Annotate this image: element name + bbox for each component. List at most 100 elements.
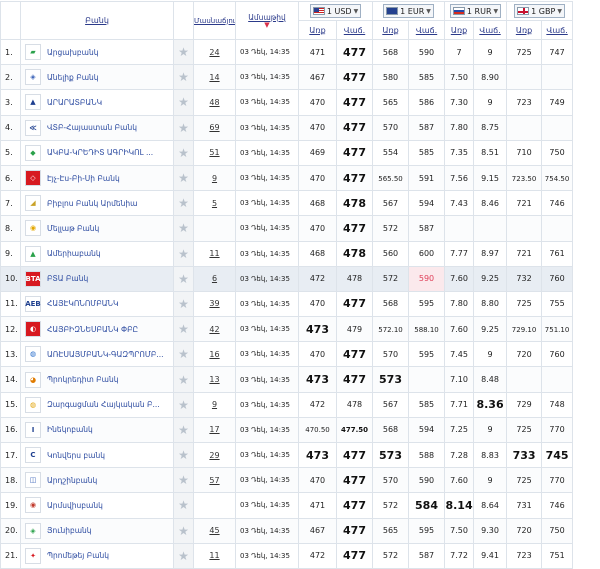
favorite-star-icon[interactable]: ★ (174, 140, 194, 165)
gbp-sell-header[interactable]: Վաճ. (542, 21, 573, 40)
bank-name-link[interactable]: Մելլաթ Բանկ (47, 224, 99, 233)
currency-eur[interactable]: 1 EUR▼ (373, 2, 445, 21)
table-row[interactable]: 15. ◍ Զարգացման Հայկական Բ...★903 Դեկ, 1… (1, 392, 600, 417)
table-row[interactable]: 16. I Ինեկոբանկ★1703 Դեկ, 14:35470.50477… (1, 417, 600, 442)
bank-name-link[interactable]: ԱՐԱՐԱՏԲԱՆԿ (47, 98, 102, 107)
branches-count-link[interactable]: 48 (194, 90, 236, 115)
rur-sell-header[interactable]: Վաճ. (474, 21, 507, 40)
table-row[interactable]: 7. ◢ Բիբլոս Բանկ Արմենիա★503 Դեկ, 14:354… (1, 191, 600, 216)
table-row[interactable]: 9. ▲ Ամերիաբանկ★1103 Դեկ, 14:35468478560… (1, 241, 600, 266)
table-row[interactable]: 18. ◫ Արդշինբանկ★5703 Դեկ, 14:3547047757… (1, 468, 600, 493)
favorite-star-icon[interactable]: ★ (174, 90, 194, 115)
bank-cell[interactable]: I Ինեկոբանկ (21, 417, 174, 442)
bank-name-link[interactable]: ՀԱՅԷԿՈՆՈՄԲԱՆԿ (47, 299, 118, 308)
branches-count-link[interactable]: 13 (194, 367, 236, 392)
favorite-star-icon[interactable]: ★ (174, 291, 194, 316)
bank-name-link[interactable]: Էյչ-Էս-Բի-Սի Բանկ (47, 174, 120, 183)
bank-name-link[interactable]: Արցախբանկ (47, 48, 98, 57)
bank-name-link[interactable]: Կոնվերս բանկ (47, 451, 105, 460)
header-bank[interactable]: Բանկ (21, 2, 174, 40)
table-row[interactable]: 6. ◇ Էյչ-Էս-Բի-Սի Բանկ★903 Դեկ, 14:35470… (1, 165, 600, 190)
favorite-star-icon[interactable]: ★ (174, 342, 194, 367)
bank-cell[interactable]: ✦ Պրոմեթեյ Բանկ (21, 543, 174, 568)
table-row[interactable]: 10. BTA ԲՏԱ Բանկ★603 Դեկ, 14:35472478572… (1, 266, 600, 291)
table-row[interactable]: 17. C Կոնվերս բանկ★2903 Դեկ, 14:35473477… (1, 443, 600, 468)
bank-name-link[interactable]: Անելիք Բանկ (47, 73, 99, 82)
currency-usd[interactable]: 1 USD▼ (299, 2, 373, 21)
branches-count-link[interactable]: 39 (194, 291, 236, 316)
branches-count-link[interactable]: 45 (194, 518, 236, 543)
branches-count-link[interactable] (194, 493, 236, 518)
currency-rur[interactable]: 1 RUR▼ (445, 2, 507, 21)
table-row[interactable]: 12. ◐ ՀԱՅԲԻԶՆԵՍԲԱՆԿ ՓԲԸ★4203 Դեկ, 14:354… (1, 317, 600, 342)
favorite-star-icon[interactable]: ★ (174, 543, 194, 568)
favorite-star-icon[interactable]: ★ (174, 191, 194, 216)
favorite-star-icon[interactable]: ★ (174, 40, 194, 65)
header-date[interactable]: Ամսաթիվ ▼ (236, 2, 299, 40)
branches-count-link[interactable]: 16 (194, 342, 236, 367)
favorite-star-icon[interactable]: ★ (174, 443, 194, 468)
bank-name-link[interactable]: Պրոկրեդիտ Բանկ (47, 375, 118, 384)
bank-name-link[interactable]: ԲՏԱ Բանկ (47, 274, 88, 283)
gbp-buy-header[interactable]: Առք (507, 21, 542, 40)
bank-name-link[interactable]: Ինեկոբանկ (47, 425, 93, 434)
table-row[interactable]: 3. ▲ ԱՐԱՐԱՏԲԱՆԿ★4803 Դեկ, 14:35470477565… (1, 90, 600, 115)
bank-cell[interactable]: ◇ Էյչ-Էս-Բի-Սի Բանկ (21, 165, 174, 190)
bank-name-link[interactable]: Ամերիաբանկ (47, 249, 101, 258)
bank-cell[interactable]: ◆ ԱԿԲԱ-ԿՐԵԴԻՏ ԱԳՐԻԿՈԼ ... (21, 140, 174, 165)
branches-count-link[interactable]: 5 (194, 191, 236, 216)
table-row[interactable]: 14. ◕ Պրոկրեդիտ Բանկ★1303 Դեկ, 14:354734… (1, 367, 600, 392)
favorite-star-icon[interactable]: ★ (174, 493, 194, 518)
bank-cell[interactable]: ▰ Արցախբանկ (21, 40, 174, 65)
table-row[interactable]: 2. ◈ Անելիք Բանկ★1403 Դեկ, 14:3546747758… (1, 65, 600, 90)
bank-name-link[interactable]: Յունիբանկ (47, 526, 92, 535)
branches-count-link[interactable]: 42 (194, 317, 236, 342)
bank-cell[interactable]: ◈ Անելիք Բանկ (21, 65, 174, 90)
favorite-star-icon[interactable]: ★ (174, 417, 194, 442)
bank-cell[interactable]: ◍ Զարգացման Հայկական Բ... (21, 392, 174, 417)
bank-cell[interactable]: ◐ ՀԱՅԲԻԶՆԵՍԲԱՆԿ ՓԲԸ (21, 317, 174, 342)
bank-cell[interactable]: ▲ ԱՐԱՐԱՏԲԱՆԿ (21, 90, 174, 115)
table-row[interactable]: 20. ◈ Յունիբանկ★4503 Դեկ, 14:35467477565… (1, 518, 600, 543)
bank-name-link[interactable]: Զարգացման Հայկական Բ... (47, 400, 160, 409)
table-row[interactable]: 8. ◉ Մելլաթ Բանկ★03 Դեկ, 14:354704775725… (1, 216, 600, 241)
bank-cell[interactable]: C Կոնվերս բանկ (21, 443, 174, 468)
bank-name-link[interactable]: Պրոմեթեյ Բանկ (47, 551, 109, 560)
table-row[interactable]: 4. ≪ ՎՏԲ-Հայաստան Բանկ★6903 Դեկ, 14:3547… (1, 115, 600, 140)
bank-name-link[interactable]: Արդշինբանկ (47, 476, 97, 485)
favorite-star-icon[interactable]: ★ (174, 241, 194, 266)
table-row[interactable]: 1. ▰ Արցախբանկ★2403 Դեկ, 14:354714775685… (1, 40, 600, 65)
table-row[interactable]: 13. ◍ ԱՌԷՍԱՅՄԲԱՆԿ-ԳԱԶՊՐՈՄԲ...★1603 Դեկ, … (1, 342, 600, 367)
favorite-star-icon[interactable]: ★ (174, 367, 194, 392)
bank-cell[interactable]: ◈ Յունիբանկ (21, 518, 174, 543)
branches-count-link[interactable]: 14 (194, 65, 236, 90)
favorite-star-icon[interactable]: ★ (174, 518, 194, 543)
bank-name-link[interactable]: ՀԱՅԲԻԶՆԵՍԲԱՆԿ ՓԲԸ (47, 325, 138, 334)
branches-count-link[interactable]: 69 (194, 115, 236, 140)
bank-name-link[interactable]: ԱՌԷՍԱՅՄԲԱՆԿ-ԳԱԶՊՐՈՄԲ... (47, 350, 163, 359)
bank-cell[interactable]: ◍ ԱՌԷՍԱՅՄԲԱՆԿ-ԳԱԶՊՐՈՄԲ... (21, 342, 174, 367)
bank-cell[interactable]: ≪ ՎՏԲ-Հայաստան Բանկ (21, 115, 174, 140)
branches-count-link[interactable]: 24 (194, 40, 236, 65)
favorite-star-icon[interactable]: ★ (174, 165, 194, 190)
table-row[interactable]: 11. AEB ՀԱՅԷԿՈՆՈՄԲԱՆԿ★3903 Դեկ, 14:35470… (1, 291, 600, 316)
branches-count-link[interactable]: 57 (194, 468, 236, 493)
branches-count-link[interactable]: 29 (194, 443, 236, 468)
branches-count-link[interactable]: 6 (194, 266, 236, 291)
branches-count-link[interactable]: 9 (194, 165, 236, 190)
favorite-star-icon[interactable]: ★ (174, 115, 194, 140)
branches-count-link[interactable] (194, 216, 236, 241)
bank-cell[interactable]: ◉ Արմսվիսբանկ (21, 493, 174, 518)
favorite-star-icon[interactable]: ★ (174, 317, 194, 342)
bank-cell[interactable]: ▲ Ամերիաբանկ (21, 241, 174, 266)
table-row[interactable]: 19. ◉ Արմսվիսբանկ★03 Դեկ, 14:35471477572… (1, 493, 600, 518)
branches-count-link[interactable]: 9 (194, 392, 236, 417)
currency-gbp[interactable]: 1 GBP▼ (507, 2, 573, 21)
favorite-star-icon[interactable]: ★ (174, 468, 194, 493)
favorite-star-icon[interactable]: ★ (174, 65, 194, 90)
bank-name-link[interactable]: ՎՏԲ-Հայաստան Բանկ (47, 123, 137, 132)
bank-cell[interactable]: ◢ Բիբլոս Բանկ Արմենիա (21, 191, 174, 216)
bank-cell[interactable]: BTA ԲՏԱ Բանկ (21, 266, 174, 291)
usd-sell-header[interactable]: Վաճ. (337, 21, 373, 40)
header-branches[interactable]: Մասնաճյուղեր (194, 2, 236, 40)
